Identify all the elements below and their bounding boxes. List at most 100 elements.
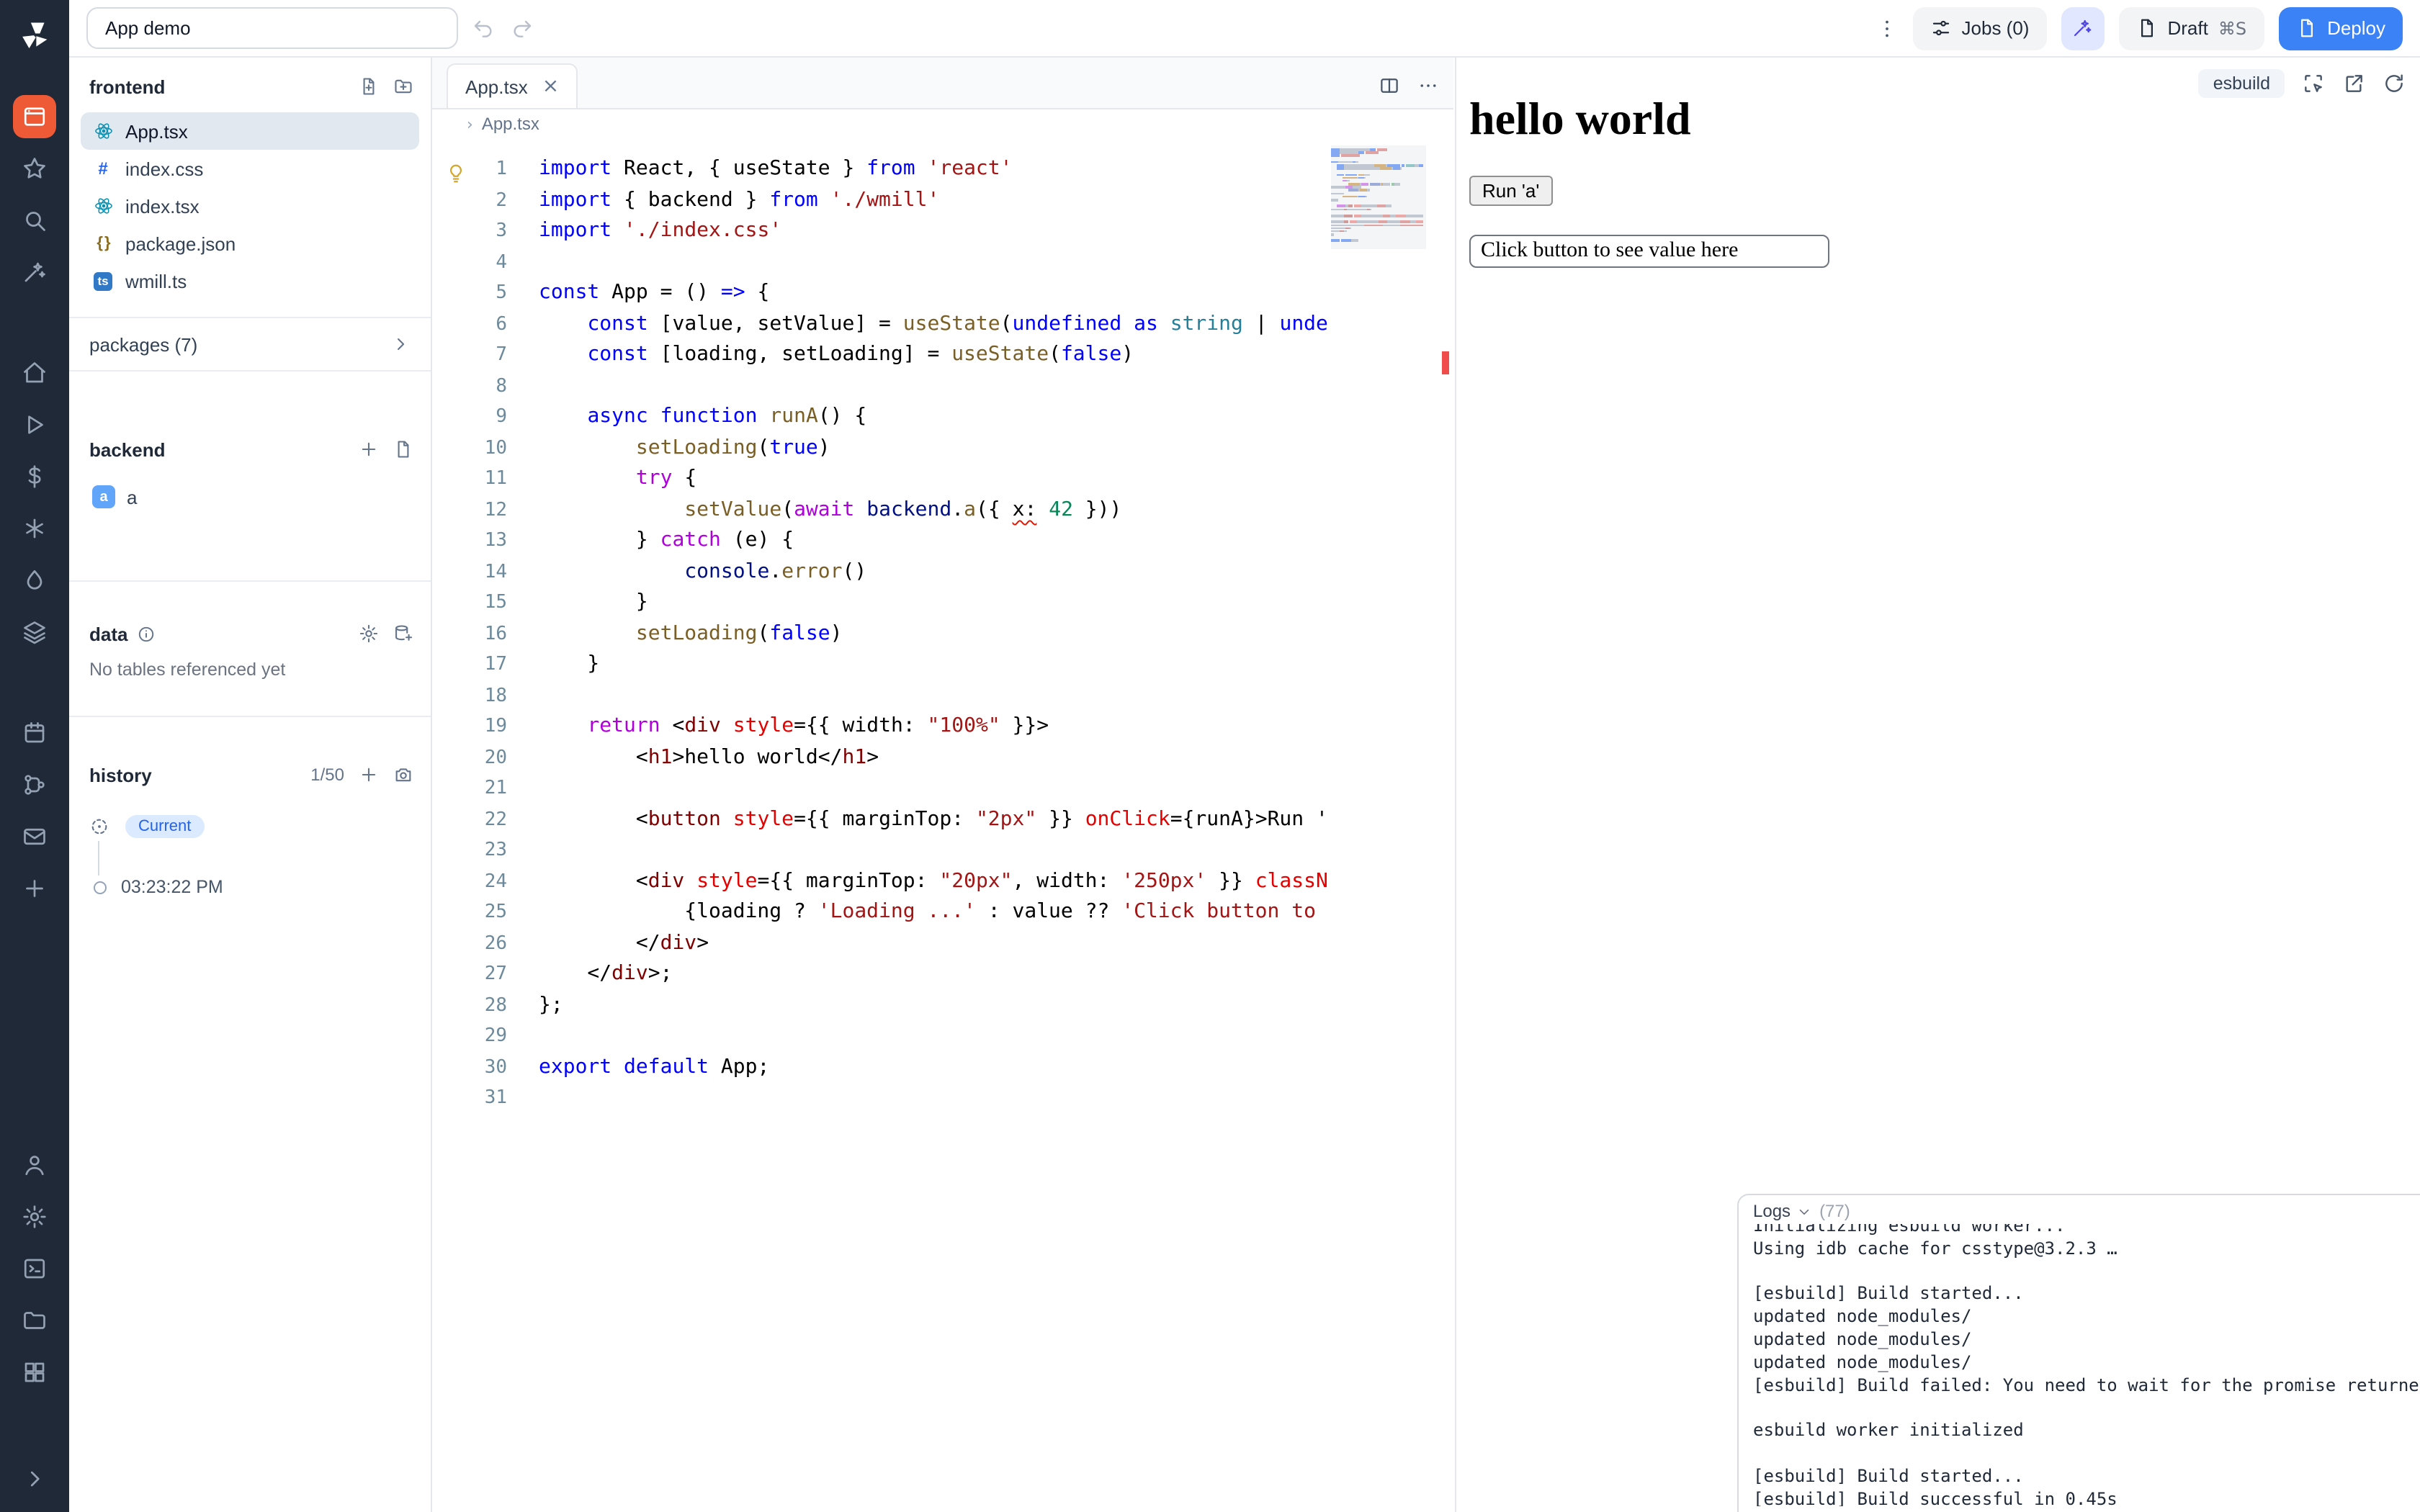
undo-icon[interactable] xyxy=(472,17,496,40)
packages-toggle[interactable]: packages (7) xyxy=(69,317,431,372)
branch-icon[interactable] xyxy=(13,763,56,806)
code-line-21[interactable]: 21 xyxy=(432,773,1328,804)
lightbulb-icon[interactable] xyxy=(445,163,467,184)
breadcrumb[interactable]: › App.tsx xyxy=(432,109,1453,138)
history-current-badge[interactable]: Current xyxy=(125,815,204,838)
play-icon[interactable] xyxy=(13,403,56,446)
code-line-16[interactable]: 16 setLoading(false) xyxy=(432,618,1328,649)
code-line-30[interactable]: 30export default App; xyxy=(432,1052,1328,1083)
add-script-button[interactable] xyxy=(359,439,379,459)
code-line-25[interactable]: 25 {loading ? 'Loading ...' : value ?? '… xyxy=(432,897,1328,928)
calendar-icon[interactable] xyxy=(13,711,56,755)
split-view-button[interactable] xyxy=(1379,75,1400,96)
code-lines[interactable]: 1import React, { useState } from 'react'… xyxy=(432,140,1328,1114)
add-folder-button[interactable] xyxy=(393,76,413,96)
snapshot-button[interactable] xyxy=(393,765,413,785)
code-line-29[interactable]: 29 xyxy=(432,1021,1328,1052)
code-line-9[interactable]: 9 async function runA() { xyxy=(432,402,1328,433)
code-line-27[interactable]: 27 </div>; xyxy=(432,959,1328,990)
plus-icon[interactable] xyxy=(13,867,56,910)
draft-button[interactable]: Draft⌘S xyxy=(2118,6,2264,50)
close-icon[interactable]: × xyxy=(542,76,559,96)
ai-wand-button[interactable] xyxy=(2061,6,2104,50)
code-line-8[interactable]: 8 xyxy=(432,371,1328,402)
code-line-24[interactable]: 24 <div style={{ marginTop: "20px", widt… xyxy=(432,866,1328,897)
log-line: [esbuild] Build failed: You need to wait… xyxy=(1753,1374,2406,1398)
minimap[interactable] xyxy=(1331,148,1426,246)
jobs-button[interactable]: Jobs (0) xyxy=(1913,6,2047,50)
code-line-7[interactable]: 7 const [loading, setLoading] = useState… xyxy=(432,340,1328,371)
log-line xyxy=(1753,1443,2406,1466)
open-in-new-button[interactable] xyxy=(2342,72,2365,95)
logs-dropdown[interactable]: Logs xyxy=(1753,1201,1812,1221)
code-line-23[interactable]: 23 xyxy=(432,835,1328,866)
script-language-badge: a xyxy=(92,485,115,508)
info-icon xyxy=(136,624,155,643)
magic-wand-icon[interactable] xyxy=(13,251,56,294)
chevron-right-icon[interactable] xyxy=(22,1466,48,1492)
redo-icon[interactable] xyxy=(510,17,533,40)
windmill-logo-icon[interactable] xyxy=(17,17,52,52)
code-line-15[interactable]: 15 } xyxy=(432,588,1328,618)
tab-app-tsx[interactable]: App.tsx × xyxy=(447,63,578,108)
code-line-12[interactable]: 12 setValue(await backend.a({ x: 42 })) xyxy=(432,495,1328,526)
file-item-wmill-ts[interactable]: tswmill.ts xyxy=(81,262,419,300)
code-line-31[interactable]: 31 xyxy=(432,1083,1328,1114)
new-file-button[interactable] xyxy=(393,439,413,459)
kebab-menu-icon[interactable] xyxy=(1876,17,1899,40)
history-add-button[interactable] xyxy=(359,765,379,785)
layers-icon[interactable] xyxy=(13,611,56,654)
mail-icon[interactable] xyxy=(13,815,56,858)
dollar-icon[interactable] xyxy=(13,455,56,498)
code-line-19[interactable]: 19 return <div style={{ width: "100%" }}… xyxy=(432,711,1328,742)
code-box-icon[interactable] xyxy=(13,1247,56,1290)
code-line-22[interactable]: 22 <button style={{ marginTop: "2px" }} … xyxy=(432,804,1328,835)
code-line-2[interactable]: 2import { backend } from './wmill' xyxy=(432,185,1328,216)
data-empty-text: No tables referenced yet xyxy=(69,648,431,680)
refresh-button[interactable] xyxy=(2383,72,2406,95)
app-name-input[interactable] xyxy=(86,7,458,49)
code-area[interactable]: 1import React, { useState } from 'react'… xyxy=(432,140,1453,1512)
deploy-button[interactable]: Deploy xyxy=(2278,6,2403,50)
home-icon[interactable] xyxy=(13,351,56,395)
backend-script-a[interactable]: aa xyxy=(81,478,419,516)
gear-icon[interactable] xyxy=(13,1195,56,1238)
code-line-10[interactable]: 10 setLoading(true) xyxy=(432,433,1328,464)
inspect-button[interactable] xyxy=(2302,72,2325,95)
file-item-index-css[interactable]: #index.css xyxy=(81,150,419,187)
code-line-20[interactable]: 20 <h1>hello world</h1> xyxy=(432,742,1328,773)
code-line-26[interactable]: 26 </div> xyxy=(432,928,1328,959)
asterisk-icon[interactable] xyxy=(13,507,56,550)
json-file-icon: { } xyxy=(92,235,114,252)
history-point-bullet[interactable] xyxy=(94,881,107,894)
code-line-28[interactable]: 28}; xyxy=(432,990,1328,1021)
code-line-1[interactable]: 1import React, { useState } from 'react' xyxy=(432,154,1328,185)
code-line-3[interactable]: 3import './index.css' xyxy=(432,216,1328,247)
code-line-4[interactable]: 4 xyxy=(432,247,1328,278)
code-line-6[interactable]: 6 const [value, setValue] = useState(und… xyxy=(432,309,1328,340)
app-window-root: Jobs (0) Draft⌘S Deploy frontend App.tsx… xyxy=(0,0,2420,1512)
log-line: [esbuild] Build started... xyxy=(1753,1466,2406,1489)
app-window-icon[interactable] xyxy=(13,95,56,138)
star-icon[interactable] xyxy=(13,147,56,190)
search-icon[interactable] xyxy=(13,199,56,242)
code-line-11[interactable]: 11 try { xyxy=(432,464,1328,495)
data-settings-button[interactable] xyxy=(359,624,379,644)
code-line-5[interactable]: 5const App = () => { xyxy=(432,278,1328,309)
folder-icon[interactable] xyxy=(13,1299,56,1342)
code-line-17[interactable]: 17 } xyxy=(432,649,1328,680)
droplet-icon[interactable] xyxy=(13,559,56,602)
add-table-button[interactable] xyxy=(393,624,413,644)
code-line-13[interactable]: 13 } catch (e) { xyxy=(432,526,1328,557)
file-item-package-json[interactable]: { }package.json xyxy=(81,225,419,262)
code-line-18[interactable]: 18 xyxy=(432,680,1328,711)
file-item-index-tsx[interactable]: index.tsx xyxy=(81,187,419,225)
editor-more-button[interactable] xyxy=(1417,75,1439,96)
add-file-button[interactable] xyxy=(359,76,379,96)
run-a-button[interactable]: Run 'a' xyxy=(1469,176,1552,206)
history-timestamp[interactable]: 03:23:22 PM xyxy=(121,877,223,897)
file-item-app-tsx[interactable]: App.tsx xyxy=(81,112,419,150)
user-icon[interactable] xyxy=(13,1143,56,1187)
code-line-14[interactable]: 14 console.error() xyxy=(432,557,1328,588)
grid-icon[interactable] xyxy=(13,1351,56,1394)
